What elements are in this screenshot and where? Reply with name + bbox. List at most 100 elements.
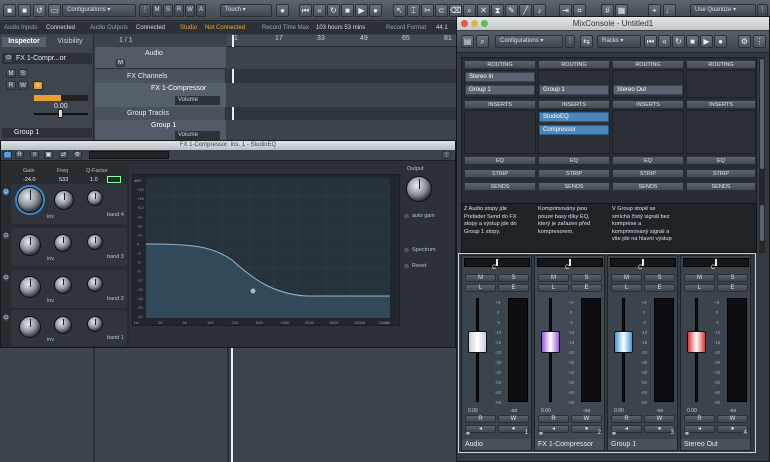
inspector-mute-button[interactable]: M — [6, 69, 16, 78]
channel-edit-button[interactable]: E — [644, 284, 675, 292]
inspector-write-button[interactable]: W — [18, 81, 28, 90]
routing-header-3[interactable]: ROUTING — [612, 60, 684, 69]
channel-edit-button[interactable]: E — [571, 284, 602, 292]
band1-freq-knob[interactable] — [54, 316, 72, 334]
square-icon[interactable]: ■ — [3, 4, 16, 17]
automation-mode-dropdown[interactable]: Touch ▾ — [220, 4, 272, 17]
strip-header-1[interactable]: STRIP — [464, 169, 536, 178]
band1-inv[interactable]: inv — [47, 337, 54, 343]
channel-edit-button[interactable]: E — [717, 284, 748, 292]
link-icon[interactable]: ⚭ — [538, 430, 544, 438]
play-icon[interactable]: ▶ — [355, 4, 368, 17]
channel-read-button[interactable]: R — [538, 415, 569, 423]
sends-header-3[interactable]: SENDS — [612, 182, 684, 191]
mc-go-start-icon[interactable]: ⏮ — [644, 35, 657, 48]
timeline-ruler[interactable]: 1 17 33 49 65 81 — [227, 35, 457, 47]
track-row-audio[interactable]: Audio M — [95, 47, 226, 69]
inspector-output[interactable]: Group 1 — [2, 128, 92, 138]
channel-read-button[interactable]: R — [684, 415, 715, 423]
mc-menu-icon[interactable]: ⋮ — [753, 35, 766, 48]
strip-header-4[interactable]: STRIP — [686, 169, 756, 178]
channel-listen-button[interactable]: L — [611, 284, 642, 292]
notes-scrollbar[interactable] — [759, 203, 765, 253]
pan-display[interactable] — [610, 258, 676, 267]
inspector-solo-button[interactable]: S — [18, 69, 28, 78]
mc-stop-icon[interactable]: ■ — [686, 35, 699, 48]
audio-mute-button[interactable]: M — [116, 59, 125, 67]
mc-function-icon[interactable]: ⚙ — [738, 35, 751, 48]
mc-cycle-icon[interactable]: ↻ — [672, 35, 685, 48]
solo-button[interactable]: S — [163, 4, 173, 17]
minimize-icon[interactable] — [471, 20, 478, 27]
inserts-header-2[interactable]: INSERTS — [538, 100, 610, 109]
band2-enable-icon[interactable]: ⏻ — [2, 274, 10, 282]
mc-channel-visibility-icon[interactable]: ⇆ — [580, 35, 593, 48]
plugin-settings-icon[interactable]: ⚙ — [73, 151, 82, 159]
inserts-header-1[interactable]: INSERTS — [464, 100, 536, 109]
record-icon[interactable]: ● — [369, 4, 382, 17]
glue-icon[interactable]: ⊂ — [435, 4, 448, 17]
routing-output-fx[interactable]: Group 1 — [539, 85, 609, 95]
insert-slot-studioeq[interactable]: StudioEQ — [539, 112, 609, 122]
track-power-icon[interactable]: ⏻ — [4, 54, 13, 63]
channel-mute-button[interactable]: M — [684, 274, 715, 282]
channel-solo-button[interactable]: S — [717, 274, 748, 282]
mc-configurations-dropdown[interactable]: Configurations ▾ — [495, 35, 563, 48]
note-audio[interactable]: Z Audio stopy jde Prefader Send do FX st… — [464, 206, 517, 236]
zoom-window-icon[interactable] — [481, 20, 488, 27]
band4-enable-icon[interactable]: ⏻ — [2, 188, 10, 196]
channel-solo-button[interactable]: S — [644, 274, 675, 282]
track-row-fx[interactable]: FX 1-Compressor Volume — [95, 83, 226, 107]
link-icon[interactable]: ⚭ — [611, 430, 617, 438]
band3-freq-knob[interactable] — [54, 234, 72, 252]
band1-q-knob[interactable] — [87, 316, 103, 332]
plugin-save-icon[interactable]: ▣ — [44, 151, 53, 159]
link-icon[interactable]: ⚭ — [465, 430, 471, 438]
band4-freq-knob[interactable] — [54, 190, 74, 210]
mute-button[interactable]: M — [152, 4, 162, 17]
band4-q-knob[interactable] — [87, 190, 103, 206]
channel-write-button[interactable]: W — [644, 415, 675, 423]
note-group[interactable]: V Group stopě se smíchá čistý signál bez… — [612, 206, 672, 244]
read-button[interactable]: R — [174, 4, 184, 17]
channel-read-button[interactable]: R — [611, 415, 642, 423]
eq-header-2[interactable]: EQ — [538, 156, 610, 165]
channel-mute-button[interactable]: M — [465, 274, 496, 282]
channel-fader-handle[interactable] — [614, 331, 633, 353]
channel-solo-button[interactable]: S — [498, 274, 529, 282]
inserts-header-3[interactable]: INSERTS — [612, 100, 684, 109]
record-enable-icon[interactable]: ● — [276, 4, 289, 17]
stop-icon[interactable]: ■ — [341, 4, 354, 17]
routing-output-audio[interactable]: Group 1 — [465, 85, 535, 95]
plugin-preset-icon[interactable]: ≡ — [30, 151, 39, 159]
channel-name[interactable]: FX 1-Compressor — [535, 439, 604, 450]
preset-field[interactable] — [89, 151, 169, 159]
pan-display[interactable] — [683, 258, 749, 267]
stop-square-icon[interactable]: ■ — [18, 4, 31, 17]
close-icon[interactable] — [461, 20, 468, 27]
link-icon[interactable]: ⚭ — [684, 430, 690, 438]
eq-header-4[interactable]: EQ — [686, 156, 756, 165]
band1-enable-icon[interactable]: ⏻ — [2, 314, 10, 322]
band2-gain-knob[interactable] — [19, 276, 41, 298]
strip-header-3[interactable]: STRIP — [612, 169, 684, 178]
band2-q-knob[interactable] — [87, 276, 103, 292]
eq-header-3[interactable]: EQ — [612, 156, 684, 165]
plugin-menu-icon[interactable]: ⋮ — [442, 151, 451, 159]
auto-gain-toggle[interactable] — [403, 213, 410, 220]
mc-record-icon[interactable]: ● — [714, 35, 727, 48]
range-icon[interactable]: ⌶ — [407, 4, 420, 17]
band4-inv[interactable]: inv — [47, 214, 54, 220]
channel-fader-handle[interactable] — [468, 331, 487, 353]
tab-inspector[interactable]: Inspector — [2, 37, 46, 47]
reset-button[interactable] — [403, 263, 410, 270]
object-select-icon[interactable]: ↖ — [393, 4, 406, 17]
event-display[interactable]: 1 17 33 49 65 81 — [227, 35, 457, 140]
track-row-group[interactable]: Group 1 Volume — [95, 120, 226, 140]
pan-display[interactable] — [464, 258, 530, 267]
inspector-track-name[interactable]: FX 1-Compr...or — [2, 53, 92, 64]
mc-search-icon[interactable]: ⌕ — [476, 35, 489, 48]
tab-visibility[interactable]: Visibility — [48, 37, 92, 47]
plugin-read-icon[interactable]: R — [15, 151, 24, 159]
cycle-icon[interactable]: ↻ — [327, 4, 340, 17]
